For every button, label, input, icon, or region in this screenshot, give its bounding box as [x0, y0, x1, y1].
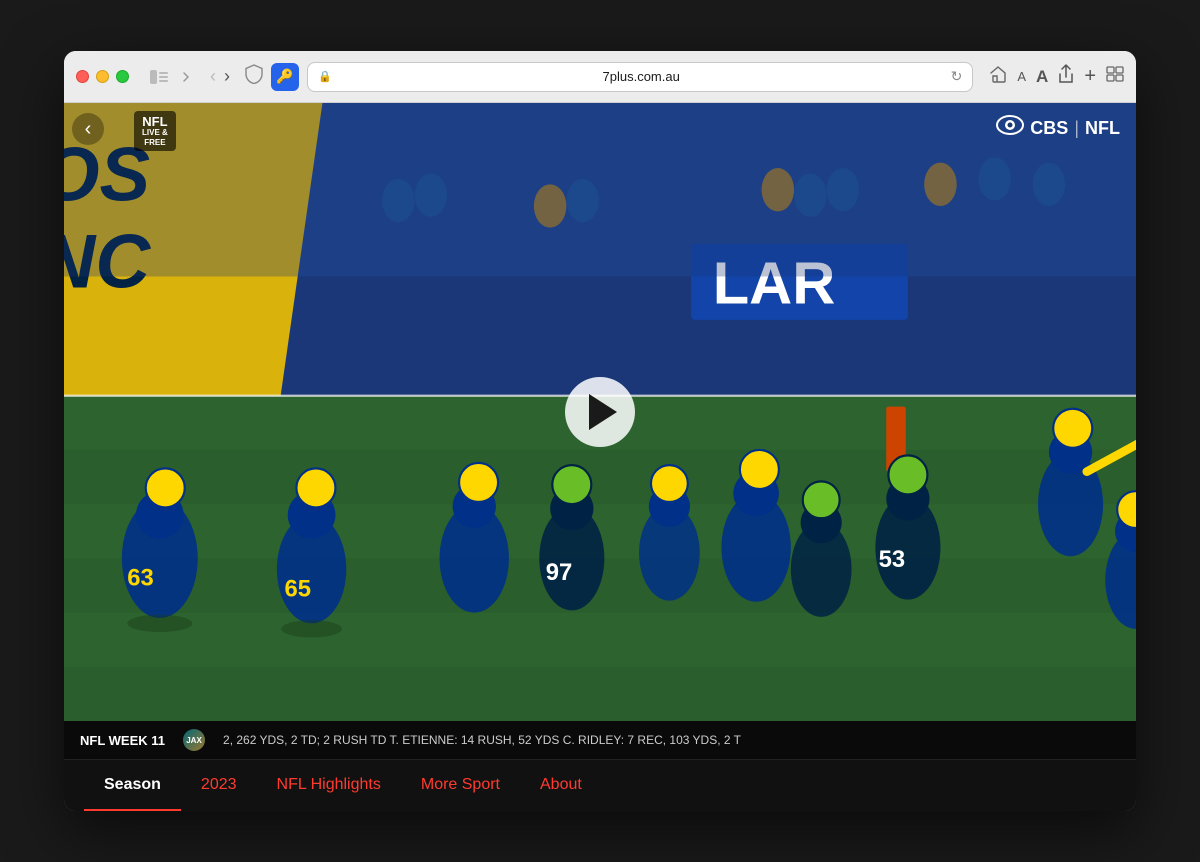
password-button[interactable]: 🔑	[271, 63, 299, 91]
tab-overview-button[interactable]	[1106, 66, 1124, 87]
nfl-sub2: FREE	[144, 138, 165, 148]
svg-text:53: 53	[879, 546, 906, 573]
nfl-label: NFL	[142, 115, 167, 128]
cbs-text-label: CBS	[1030, 118, 1068, 139]
maximize-button[interactable]	[116, 70, 129, 83]
back-button[interactable]: ‹	[207, 66, 219, 87]
home-button[interactable]	[989, 65, 1007, 88]
key-icon: 🔑	[276, 68, 293, 85]
tab-nfl-highlights[interactable]: NFL Highlights	[257, 760, 401, 811]
toolbar-right: A A +	[989, 64, 1124, 89]
ticker-bar: NFL WEEK 11 JAX 2, 262 YDS, 2 TD; 2 RUSH…	[64, 721, 1136, 759]
cbs-eye-icon	[996, 115, 1024, 141]
pipe-divider: |	[1074, 118, 1079, 139]
sidebar-toggle-button[interactable]	[145, 67, 173, 87]
svg-text:65: 65	[284, 575, 311, 602]
play-icon	[589, 394, 617, 430]
add-tab-button[interactable]: +	[1084, 65, 1096, 88]
nfl-sub1: LIVE &	[142, 128, 168, 138]
play-overlay	[565, 377, 635, 447]
font-small-button[interactable]: A	[1017, 69, 1026, 84]
jaguars-logo: JAX	[183, 729, 205, 751]
tab-more-sport[interactable]: More Sport	[401, 760, 520, 811]
nav-tabs: Season 2023 NFL Highlights More Sport Ab…	[64, 759, 1136, 811]
nav-arrows: ‹ ›	[207, 66, 233, 87]
ticker-text: 2, 262 YDS, 2 TD; 2 RUSH TD T. ETIENNE: …	[223, 733, 741, 747]
forward-button[interactable]: ›	[221, 66, 233, 87]
back-arrow-button[interactable]: ‹	[72, 113, 104, 145]
url-text: 7plus.com.au	[338, 69, 945, 84]
titlebar: ‹ › 🔑 🔒 7plus.com.au ↻ A A	[64, 51, 1136, 103]
traffic-lights	[76, 70, 129, 83]
shield-button[interactable]	[245, 64, 263, 89]
browser-window: ‹ › 🔑 🔒 7plus.com.au ↻ A A	[64, 51, 1136, 811]
tab-year[interactable]: 2023	[181, 760, 257, 811]
share-button[interactable]	[1058, 64, 1074, 89]
play-button[interactable]	[565, 377, 635, 447]
video-container[interactable]: OS NC LAR 63	[64, 103, 1136, 721]
nfl-badge: NFL LIVE & FREE	[134, 111, 176, 151]
close-button[interactable]	[76, 70, 89, 83]
minimize-button[interactable]	[96, 70, 109, 83]
nfl-text-label: NFL	[1085, 118, 1120, 139]
week-label: NFL WEEK 11	[80, 733, 165, 748]
sidebar-chevron-button[interactable]	[181, 68, 199, 86]
address-bar[interactable]: 🔒 7plus.com.au ↻	[307, 62, 973, 92]
font-large-button[interactable]: A	[1036, 67, 1048, 87]
tab-about[interactable]: About	[520, 760, 602, 811]
svg-text:63: 63	[127, 564, 154, 591]
cbs-nfl-badge: CBS | NFL	[996, 115, 1120, 141]
tab-season[interactable]: Season	[84, 760, 181, 811]
refresh-button[interactable]: ↻	[951, 68, 963, 85]
content-area: OS NC LAR 63	[64, 103, 1136, 811]
lock-icon: 🔒	[318, 70, 332, 83]
svg-text:97: 97	[546, 559, 573, 586]
